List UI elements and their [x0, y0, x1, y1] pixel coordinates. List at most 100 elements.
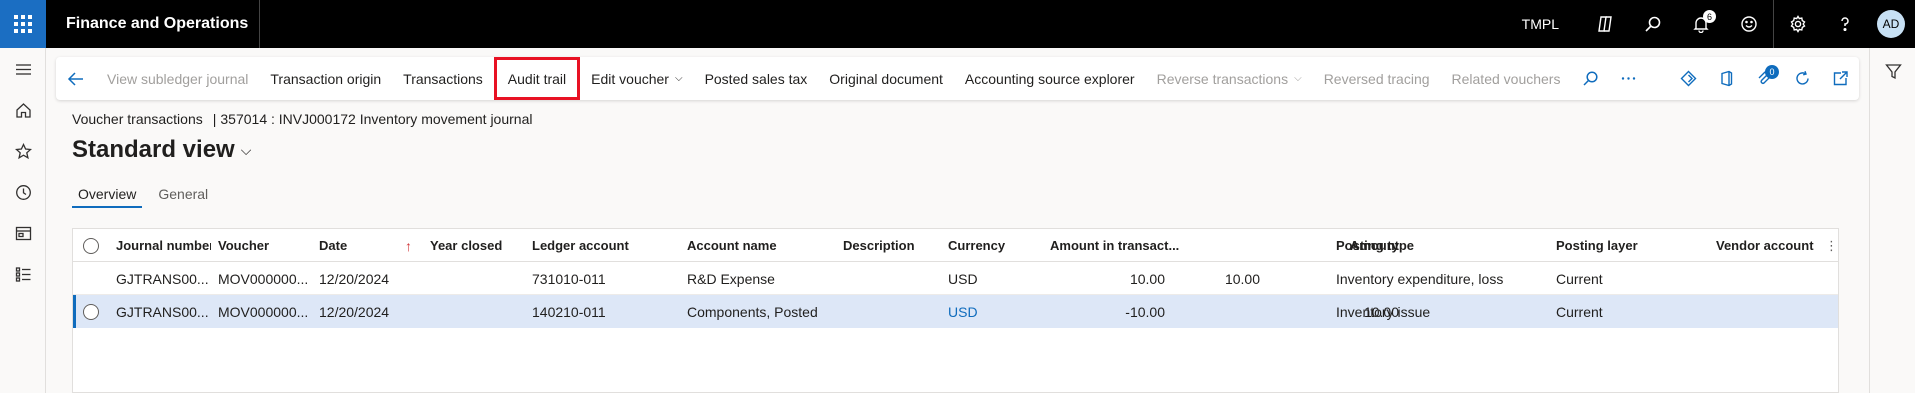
settings-gear-icon[interactable] [1773, 0, 1821, 48]
column-header-currency[interactable]: Currency [948, 229, 1018, 262]
attachments-count-badge: 0 [1765, 65, 1779, 79]
cell-account-name: Components, Posted [687, 303, 818, 320]
cell-year-closed [430, 295, 520, 328]
reverse-transactions-button[interactable]: Reverse transactions ⌵ [1146, 57, 1313, 100]
cell-posting-type: Inventory expenditure, loss [1336, 270, 1504, 287]
column-header-year-closed[interactable]: Year closed [430, 229, 530, 262]
search-icon[interactable] [1629, 0, 1677, 48]
view-name: Standard view [72, 136, 235, 163]
column-header-date[interactable]: Date [319, 229, 359, 262]
column-header-voucher[interactable]: Voucher [218, 229, 308, 262]
user-avatar[interactable]: AD [1877, 10, 1905, 38]
action-pane: View subledger journal Transaction origi… [56, 57, 1859, 100]
cell-voucher: MOV000000... [218, 270, 309, 287]
office-icon[interactable] [1707, 57, 1745, 100]
cell-voucher: MOV000000... [218, 303, 309, 320]
column-header-account-name[interactable]: Account name [687, 229, 797, 262]
company-picker[interactable]: TMPL [1522, 16, 1559, 32]
attachments-icon[interactable]: 0 [1745, 57, 1783, 100]
column-header-journal-number[interactable]: Journal number [116, 229, 211, 262]
cell-date: 12/20/2024 [319, 303, 390, 320]
audit-trail-button[interactable]: Audit trail [493, 57, 581, 100]
column-header-amount-in-transaction-currency[interactable]: Amount in transact... [1050, 229, 1190, 262]
cell-year-closed [430, 262, 520, 295]
chevron-down-icon: ⌵ [674, 73, 683, 84]
power-apps-icon[interactable] [1669, 57, 1707, 100]
hamburger-menu-icon[interactable] [0, 48, 46, 90]
cell-account-name: R&D Expense [687, 270, 775, 287]
column-header-description[interactable]: Description [843, 229, 943, 262]
column-header-posting-layer[interactable]: Posting layer [1556, 229, 1676, 262]
cell-ledger-account: 731010-011 [532, 270, 606, 287]
transaction-origin-button[interactable]: Transaction origin [259, 57, 392, 100]
cell-currency: USD [948, 270, 978, 287]
related-vouchers-button[interactable]: Related vouchers [1441, 57, 1572, 100]
cell-description [843, 295, 943, 328]
filter-icon[interactable] [1870, 48, 1915, 94]
app-title[interactable]: Finance and Operations [46, 0, 260, 48]
cell-amount-secondary [1193, 295, 1260, 328]
table-row[interactable]: GJTRANS00... MOV000000... 12/20/2024 731… [73, 262, 1838, 295]
feedback-smiley-icon[interactable] [1725, 0, 1773, 48]
table-row-selected[interactable]: GJTRANS00... MOV000000... 12/20/2024 140… [73, 295, 1838, 328]
column-header-vendor-account[interactable]: Vendor account [1716, 229, 1816, 262]
transactions-button[interactable]: Transactions [392, 57, 494, 100]
cell-date: 12/20/2024 [319, 270, 390, 287]
home-icon[interactable] [0, 90, 46, 131]
cell-posting-layer: Current [1556, 270, 1603, 287]
grid-header-row: Journal number Voucher Date ↑ Year close… [73, 229, 1838, 262]
edit-voucher-button[interactable]: Edit voucher ⌵ [580, 57, 693, 100]
sort-ascending-icon: ↑ [405, 237, 412, 254]
search-icon[interactable] [1571, 57, 1609, 100]
row-select-radio[interactable] [83, 295, 103, 328]
select-all-checkbox[interactable] [83, 229, 103, 262]
posted-sales-tax-button[interactable]: Posted sales tax [694, 57, 819, 100]
original-document-button[interactable]: Original document [818, 57, 954, 100]
breadcrumb-record: 357014 : INVJ000172 Inventory movement j… [220, 111, 533, 127]
breadcrumb-separator: | [212, 111, 217, 127]
notifications-bell-icon[interactable]: 6 [1677, 0, 1725, 48]
favorites-star-icon[interactable] [0, 131, 46, 172]
right-rail [1869, 48, 1915, 393]
notifications-count-badge: 6 [1703, 10, 1716, 23]
back-arrow-icon[interactable] [56, 57, 96, 100]
accounting-source-explorer-button[interactable]: Accounting source explorer [954, 57, 1146, 100]
refresh-icon[interactable] [1783, 57, 1821, 100]
cell-description [843, 262, 943, 295]
recent-clock-icon[interactable] [0, 172, 46, 213]
column-header-ledger-account[interactable]: Ledger account [532, 229, 642, 262]
top-bar: Finance and Operations TMPL 6 AD [0, 0, 1915, 48]
cell-amount-secondary: 10.00 [1224, 270, 1260, 287]
chevron-down-icon: ⌵ [1294, 73, 1302, 84]
cell-vendor-account [1716, 295, 1816, 328]
selected-row-indicator [73, 295, 76, 328]
open-in-new-window-icon[interactable] [1821, 57, 1859, 100]
cell-currency-link[interactable]: USD [948, 295, 1008, 328]
voucher-transactions-grid: Journal number Voucher Date ↑ Year close… [72, 228, 1839, 393]
column-header-posting-type[interactable]: Posting type [1336, 229, 1516, 262]
cell-ledger-account: 140210-011 [532, 303, 606, 320]
view-subledger-journal-button[interactable]: View subledger journal [96, 57, 259, 100]
workspaces-icon[interactable] [0, 213, 46, 254]
cell-posting-type: Inventory issue [1336, 303, 1431, 320]
cell-posting-layer: Current [1556, 303, 1603, 320]
more-options-icon[interactable] [1609, 57, 1647, 100]
column-options-icon[interactable]: ⋮ [1825, 229, 1835, 262]
breadcrumb: Voucher transactions | 357014 : INVJ0001… [72, 111, 532, 127]
reversed-tracing-button[interactable]: Reversed tracing [1313, 57, 1441, 100]
chevron-down-icon: ⌵ [240, 141, 252, 158]
cell-amount-in-transaction-currency: -10.00 [1125, 303, 1165, 320]
app-launcher-icon[interactable] [0, 0, 46, 48]
help-icon[interactable] [1821, 0, 1869, 48]
cell-vendor-account [1716, 262, 1816, 295]
cell-amount-in-transaction-currency: 10.00 [1129, 270, 1165, 287]
left-navigation [0, 48, 46, 393]
cell-journal-number: GJTRANS00... [116, 270, 209, 287]
tab-general[interactable]: General [152, 182, 214, 208]
tab-overview[interactable]: Overview [72, 182, 143, 208]
modules-list-icon[interactable] [0, 254, 46, 295]
view-selector[interactable]: Standard view ⌵ [72, 136, 251, 164]
tab-strip: Overview General [72, 182, 224, 208]
copilot-icon[interactable] [1581, 0, 1629, 48]
breadcrumb-page: Voucher transactions [72, 111, 203, 127]
